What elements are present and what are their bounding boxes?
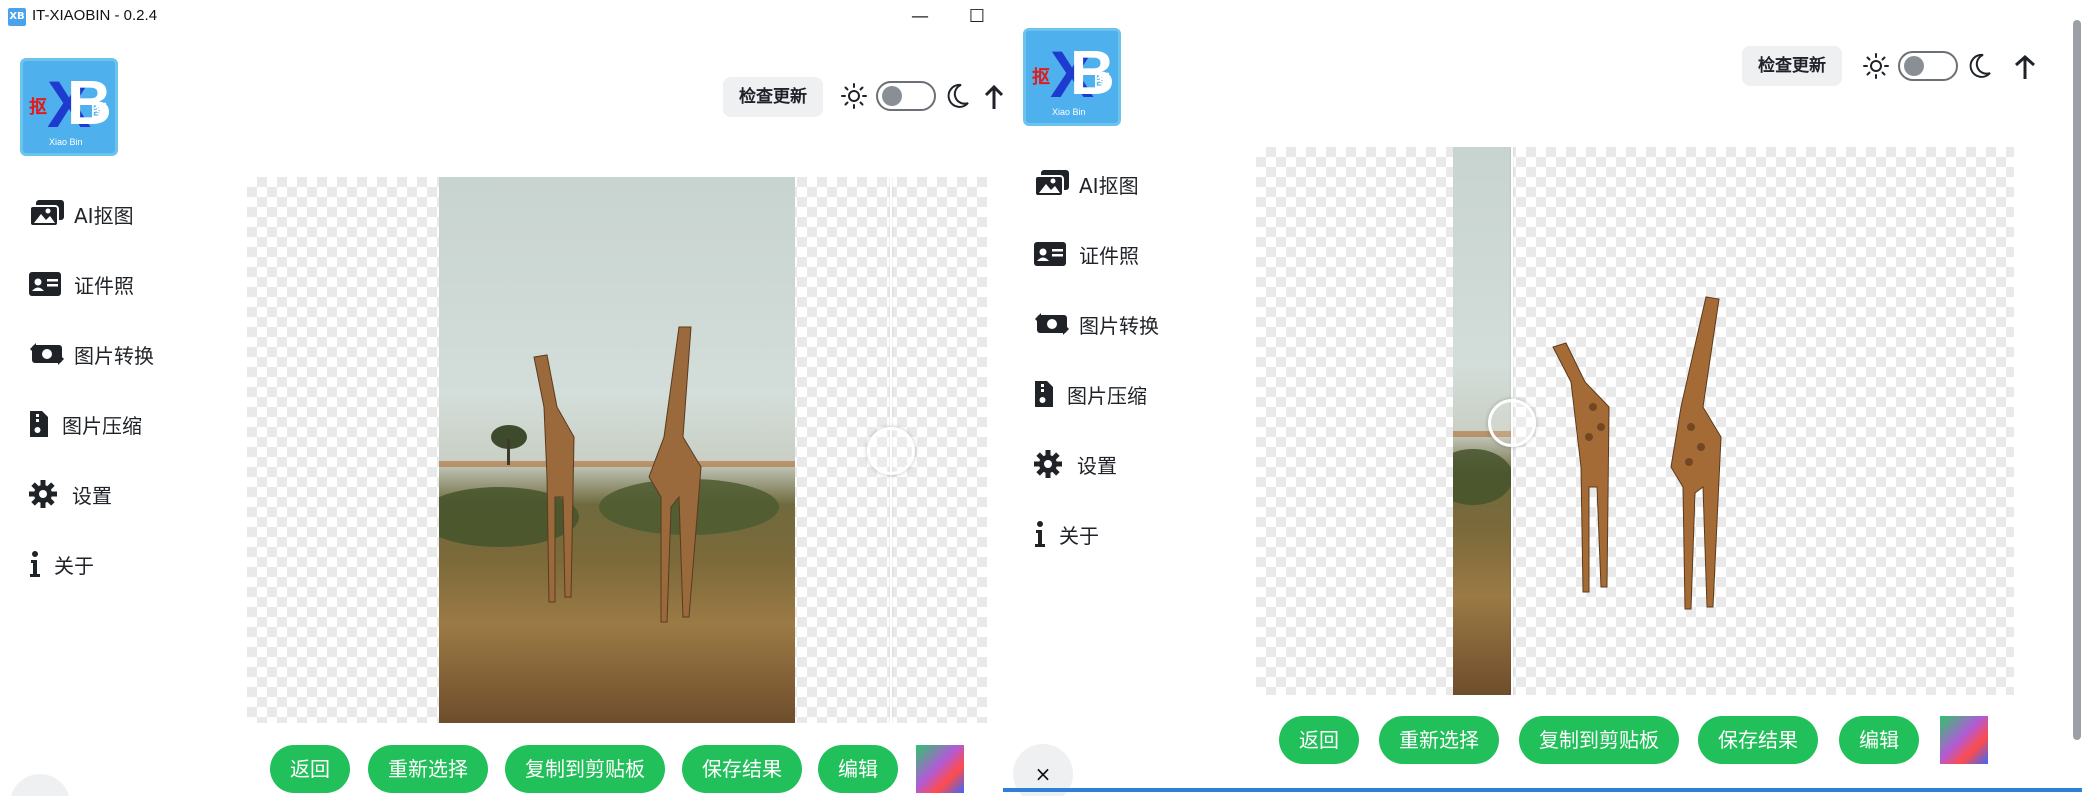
progress-bar — [1003, 788, 2082, 792]
save-result-button[interactable]: 保存结果 — [682, 745, 802, 793]
sidebar-item-label: AI抠图 — [74, 203, 134, 228]
save-result-button[interactable]: 保存结果 — [1698, 716, 1818, 764]
original-photo — [439, 177, 795, 723]
image-compare-stage[interactable] — [1256, 147, 2014, 695]
sun-icon[interactable] — [1860, 50, 1892, 82]
app-window-right: X B 抠 图 Xiao Bin AI抠图 证件照 图片转换 图片压缩 设置 关… — [1003, 0, 2082, 796]
sidebar-item-label: 关于 — [54, 553, 94, 578]
info-icon — [28, 547, 48, 581]
vertical-scrollbar[interactable] — [2073, 20, 2081, 740]
sidebar-item-label: 图片压缩 — [62, 413, 142, 438]
moon-icon[interactable] — [1966, 50, 1994, 82]
gear-icon — [28, 477, 66, 511]
title-bar[interactable]: XB IT-XIAOBIN - 0.2.4 — ☐ — [0, 0, 1003, 36]
app-window-left: XB IT-XIAOBIN - 0.2.4 — ☐ X B 抠 图 Xiao B… — [0, 0, 1003, 796]
info-icon — [1033, 517, 1053, 551]
compare-handle[interactable] — [1488, 399, 1536, 447]
copy-to-clipboard-button[interactable]: 复制到剪贴板 — [1519, 716, 1679, 764]
images-icon — [28, 197, 68, 231]
sidebar-item-settings[interactable]: 设置 — [28, 474, 112, 514]
sidebar-item-about[interactable]: 关于 — [28, 544, 94, 584]
sidebar-item-id-photo[interactable]: 证件照 — [1033, 234, 1139, 274]
color-picker-swatch[interactable] — [916, 745, 964, 793]
sidebar-item-ai-cutout[interactable]: AI抠图 — [28, 194, 134, 234]
moon-icon[interactable] — [944, 80, 972, 112]
sun-icon[interactable] — [838, 80, 870, 112]
sidebar-item-id-photo[interactable]: 证件照 — [28, 264, 134, 304]
window-title: IT-XIAOBIN - 0.2.4 — [32, 7, 158, 24]
sidebar-item-compress[interactable]: 图片压缩 — [28, 404, 142, 444]
sidebar-item-about[interactable]: 关于 — [1033, 514, 1099, 554]
check-update-button[interactable]: 检查更新 — [723, 77, 823, 117]
images-icon — [1033, 167, 1073, 201]
app-logo: X B 抠 图 Xiao Bin — [20, 58, 118, 156]
sidebar-item-label: 证件照 — [74, 273, 134, 298]
copy-to-clipboard-button[interactable]: 复制到剪贴板 — [505, 745, 665, 793]
reselect-button[interactable]: 重新选择 — [368, 745, 488, 793]
image-compare-stage[interactable] — [247, 177, 987, 723]
sidebar-item-label: 图片转换 — [1079, 313, 1159, 338]
sidebar-item-settings[interactable]: 设置 — [1033, 444, 1117, 484]
sidebar-item-label: 图片转换 — [74, 343, 154, 368]
toggle-knob — [882, 86, 902, 106]
theme-toggle[interactable] — [876, 81, 936, 111]
color-picker-swatch[interactable] — [1940, 716, 1988, 764]
arrow-up-icon[interactable] — [984, 82, 1003, 112]
back-button[interactable]: 返回 — [1279, 716, 1359, 764]
edit-button[interactable]: 编辑 — [818, 745, 898, 793]
app-logo: X B 抠 图 Xiao Bin — [1023, 28, 1121, 126]
check-update-button[interactable]: 检查更新 — [1742, 46, 1842, 86]
id-card-icon — [1033, 237, 1073, 271]
sidebar-item-convert[interactable]: 图片转换 — [28, 334, 154, 374]
toggle-knob — [1904, 56, 1924, 76]
minimize-button[interactable]: — — [900, 2, 940, 32]
close-fab-partial[interactable] — [10, 774, 70, 796]
arrow-up-icon[interactable] — [2013, 52, 2037, 82]
sidebar-item-ai-cutout[interactable]: AI抠图 — [1033, 164, 1139, 204]
sidebar-item-label: AI抠图 — [1079, 173, 1139, 198]
app-icon: XB — [8, 8, 26, 26]
compare-handle[interactable] — [867, 427, 915, 475]
reselect-button[interactable]: 重新选择 — [1379, 716, 1499, 764]
maximize-button[interactable]: ☐ — [957, 2, 997, 32]
sidebar-item-label: 设置 — [72, 483, 112, 508]
sidebar-item-compress[interactable]: 图片压缩 — [1033, 374, 1147, 414]
sidebar-item-convert[interactable]: 图片转换 — [1033, 304, 1159, 344]
back-button[interactable]: 返回 — [270, 745, 350, 793]
sidebar-item-label: 设置 — [1077, 453, 1117, 478]
convert-icon — [1033, 307, 1073, 341]
zip-file-icon — [1033, 377, 1061, 411]
theme-toggle[interactable] — [1898, 51, 1958, 81]
edit-button[interactable]: 编辑 — [1839, 716, 1919, 764]
sidebar-item-label: 图片压缩 — [1067, 383, 1147, 408]
cutout-giraffes — [1552, 296, 1722, 610]
gear-icon — [1033, 447, 1071, 481]
zip-file-icon — [28, 407, 56, 441]
sidebar-item-label: 关于 — [1059, 523, 1099, 548]
sidebar-item-label: 证件照 — [1079, 243, 1139, 268]
id-card-icon — [28, 267, 68, 301]
convert-icon — [28, 337, 68, 371]
